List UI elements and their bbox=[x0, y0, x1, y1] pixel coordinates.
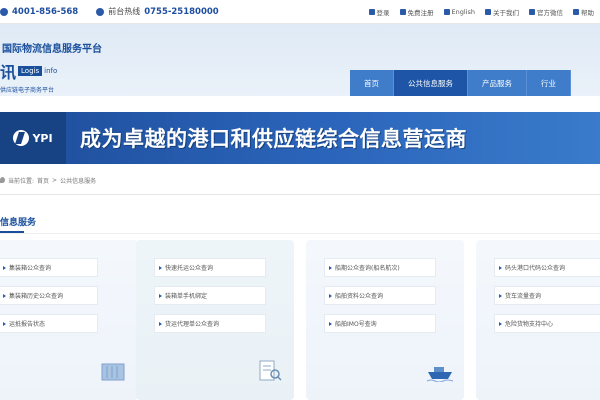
service-link[interactable]: 货运代理单公众查询 bbox=[154, 314, 266, 333]
login-link[interactable]: 登录 bbox=[368, 7, 390, 17]
arrow-right-icon bbox=[329, 265, 332, 270]
site-logo[interactable]: 国际物流信息服务平台 讯 Logis info 供应链电子商务平台 bbox=[0, 40, 102, 94]
globe-icon bbox=[443, 8, 450, 15]
nav-item-home[interactable]: 首页 bbox=[350, 70, 394, 96]
help-icon bbox=[573, 8, 579, 15]
container-icon bbox=[101, 363, 125, 381]
service-card-container: 集装箱公众查询 集装箱历史公众查询 运抵报告状态 bbox=[0, 240, 138, 400]
arrow-right-icon bbox=[159, 293, 162, 298]
nav-item-industry[interactable]: 行业 bbox=[527, 70, 571, 96]
service-link[interactable]: 快速托运公众查询 bbox=[154, 258, 266, 277]
hotline-1: 4001-856-568 bbox=[0, 7, 78, 17]
arrow-right-icon bbox=[3, 293, 6, 298]
banner-slogan: 成为卓越的港口和供应链综合信息营运商 bbox=[80, 127, 467, 151]
document-search-icon bbox=[259, 360, 282, 381]
top-bar: 4001-856-568 前台热线 0755-25180000 登录 免费注册 … bbox=[0, 0, 600, 24]
brand-suffix: info bbox=[44, 67, 58, 75]
arrow-right-icon bbox=[499, 293, 502, 298]
arrow-right-icon bbox=[329, 293, 332, 298]
hero-banner: YPI 成为卓越的港口和供应链综合信息营运商 bbox=[0, 112, 600, 164]
arrow-right-icon bbox=[3, 321, 6, 326]
hotline-2: 前台热线 0755-25180000 bbox=[96, 6, 219, 17]
divider bbox=[0, 233, 600, 234]
service-link[interactable]: 危险货物支持中心 bbox=[494, 314, 600, 333]
arrow-right-icon bbox=[159, 321, 162, 326]
breadcrumb-home[interactable]: 首页 bbox=[37, 176, 49, 185]
breadcrumb-separator: > bbox=[52, 176, 58, 184]
help-link[interactable]: 帮助 bbox=[573, 7, 594, 17]
ypi-emblem-icon bbox=[13, 130, 30, 146]
info-icon bbox=[485, 8, 491, 15]
hotline-label-2: 前台热线 bbox=[108, 7, 141, 16]
register-link[interactable]: 免费注册 bbox=[399, 7, 434, 17]
phone-icon bbox=[96, 7, 105, 16]
nav-item-products[interactable]: 产品服务 bbox=[468, 70, 527, 96]
ypi-logo: YPI bbox=[0, 112, 66, 164]
divider bbox=[0, 194, 600, 195]
service-link[interactable]: 集装箱公众查询 bbox=[0, 258, 98, 277]
hotline-number-2: 0755-25180000 bbox=[144, 6, 219, 17]
arrow-right-icon bbox=[499, 321, 502, 326]
arrow-right-icon bbox=[329, 321, 332, 326]
ypi-logo-text: YPI bbox=[32, 131, 53, 145]
service-link[interactable]: 集装箱历史公众查询 bbox=[0, 286, 98, 305]
location-pin-icon bbox=[0, 177, 5, 183]
service-card-truck: 码头港口代码公众查询 货车流量查询 危险货物支持中心 bbox=[476, 240, 600, 400]
service-link[interactable]: 货车流量查询 bbox=[494, 286, 600, 305]
about-link[interactable]: 关于我们 bbox=[485, 7, 519, 17]
arrow-right-icon bbox=[3, 265, 6, 270]
brand-subtitle: 供应链电子商务平台 bbox=[0, 87, 55, 94]
arrow-right-icon bbox=[159, 265, 162, 270]
main-nav: 首页 公共信息服务 产品服务 行业 bbox=[350, 70, 571, 96]
brand-tag: Logis bbox=[18, 66, 43, 76]
service-link[interactable]: 船舶IMO号查询 bbox=[324, 314, 436, 333]
breadcrumb: 当前位置: 首页 > 公共信息服务 bbox=[0, 170, 600, 190]
service-link[interactable]: 船舶资料公众查询 bbox=[324, 286, 436, 305]
nav-item-public-info[interactable]: 公共信息服务 bbox=[394, 70, 468, 96]
service-link[interactable]: 装箱单手机绑定 bbox=[154, 286, 266, 305]
section-title: 信息服务 bbox=[0, 218, 37, 228]
breadcrumb-prefix: 当前位置: bbox=[8, 177, 35, 185]
register-icon bbox=[399, 8, 406, 15]
wechat-link[interactable]: 官方微信 bbox=[529, 7, 563, 17]
service-card-ship: 船期公众查询(船名航次) 船舶资料公众查询 船舶IMO号查询 bbox=[306, 240, 464, 400]
hotline-number-1: 4001-856-568 bbox=[12, 6, 79, 17]
phone-icon bbox=[0, 7, 8, 16]
service-cards: 集装箱公众查询 集装箱历史公众查询 运抵报告状态 快速托运公众查询 装箱单手机绑… bbox=[0, 240, 600, 400]
service-card-document: 快速托运公众查询 装箱单手机绑定 货运代理单公众查询 bbox=[136, 240, 294, 400]
ship-icon bbox=[426, 367, 454, 382]
site-header: 国际物流信息服务平台 讯 Logis info 供应链电子商务平台 首页 公共信… bbox=[0, 24, 600, 96]
top-links: 登录 免费注册 English 关于我们 官方微信 帮助 bbox=[368, 7, 600, 17]
user-icon bbox=[368, 8, 375, 15]
english-link[interactable]: English bbox=[443, 7, 475, 17]
service-link[interactable]: 船期公众查询(船名航次) bbox=[324, 258, 436, 277]
service-link[interactable]: 码头港口代码公众查询 bbox=[494, 258, 600, 277]
page: 4001-856-568 前台热线 0755-25180000 登录 免费注册 … bbox=[0, 0, 600, 400]
wechat-icon bbox=[529, 8, 535, 15]
brand-name: 讯 bbox=[0, 63, 17, 82]
service-link[interactable]: 运抵报告状态 bbox=[0, 314, 98, 333]
platform-title: 国际物流信息服务平台 bbox=[2, 44, 102, 55]
arrow-right-icon bbox=[499, 265, 502, 270]
breadcrumb-current: 公共信息服务 bbox=[60, 177, 97, 185]
